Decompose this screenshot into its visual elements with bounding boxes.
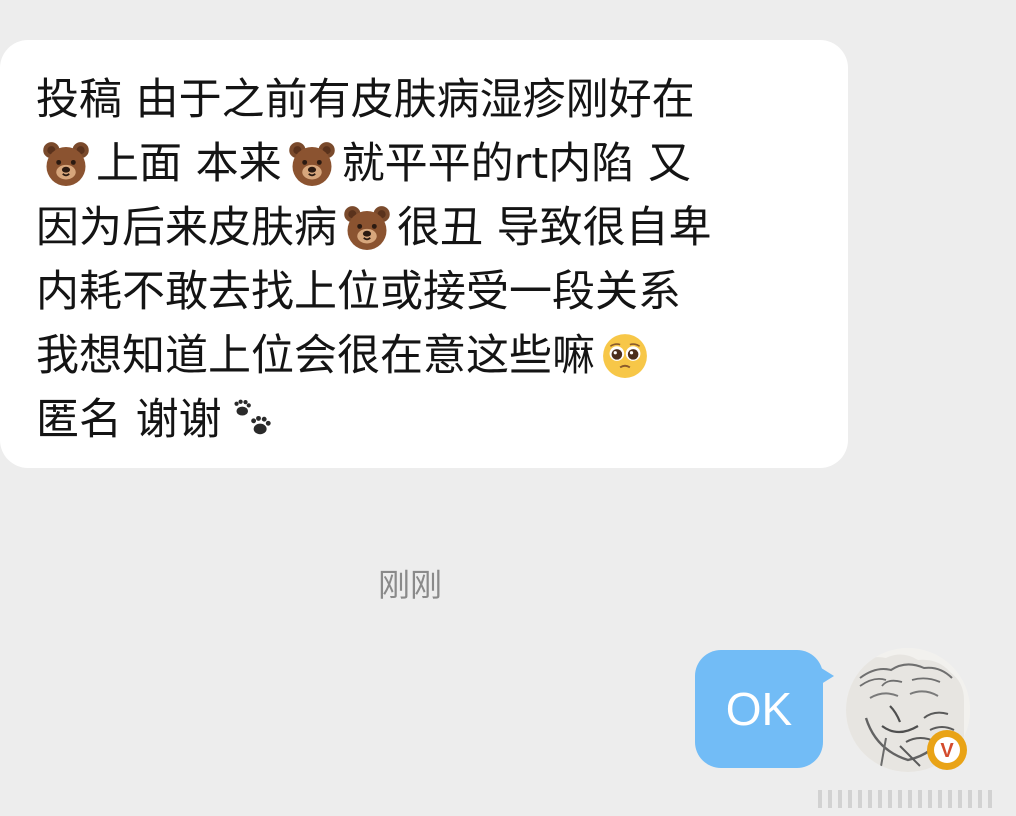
bear-icon xyxy=(288,142,335,186)
outgoing-message-text: OK xyxy=(725,683,793,735)
outgoing-bubble-tail xyxy=(818,666,834,686)
message-text: 很丑 导致很自卑 xyxy=(397,203,712,253)
outgoing-message-bubble[interactable]: OK xyxy=(695,650,823,768)
message-line: 因为后来皮肤病 很丑 导致很自卑 xyxy=(36,196,848,260)
message-timestamp: 刚刚 xyxy=(378,566,443,604)
message-line: 内耗不敢去找上位或接受一段关系 xyxy=(36,260,848,324)
message-text: 就平平的rt内陷 又 xyxy=(341,139,691,189)
bear-icon xyxy=(43,142,89,186)
message-text: 投稿 由于之前有皮肤病湿疹刚好在 xyxy=(36,75,695,125)
message-text: 内耗不敢去找上位或接受一段关系 xyxy=(36,267,681,317)
message-line: 上面 本来 就平平的rt内陷 又 xyxy=(36,132,848,196)
verified-badge-icon: V xyxy=(927,730,967,770)
incoming-message-bubble[interactable]: 投稿 由于之前有皮肤病湿疹刚好在 上面 本来 就平平的rt内陷 又 因为后来皮肤… xyxy=(0,40,848,468)
message-text: 我想知道上位会很在意这些嘛 xyxy=(36,331,595,381)
message-line: 匿名 谢谢 xyxy=(36,388,848,452)
message-text: 因为后来皮肤病 xyxy=(36,203,337,253)
message-text: 上面 本来 xyxy=(96,139,282,189)
paw-prints-icon xyxy=(234,399,271,435)
message-text: 匿名 谢谢 xyxy=(36,395,222,445)
input-area-hint xyxy=(818,790,996,808)
bear-icon xyxy=(344,206,390,250)
svg-text:V: V xyxy=(940,740,954,762)
pleading-face-icon xyxy=(603,334,647,378)
message-line: 我想知道上位会很在意这些嘛 xyxy=(36,324,848,388)
message-line: 投稿 由于之前有皮肤病湿疹刚好在 xyxy=(36,68,848,132)
